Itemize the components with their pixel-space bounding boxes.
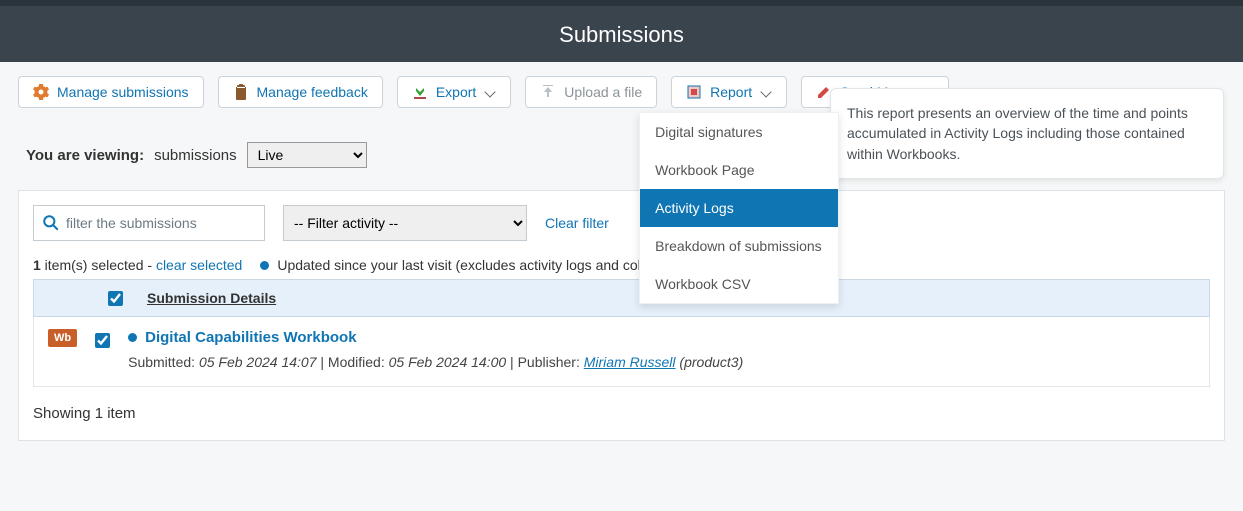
button-label: Manage feedback — [257, 84, 368, 100]
report-icon — [686, 84, 702, 100]
search-input[interactable] — [66, 215, 256, 231]
selected-count: 1 — [33, 257, 41, 273]
chevron-down-icon — [484, 86, 496, 98]
clipboard-icon — [233, 84, 249, 100]
select-all-checkbox[interactable] — [108, 291, 123, 306]
tooltip-text: This report presents an overview of the … — [847, 105, 1188, 162]
search-icon — [42, 214, 60, 232]
viewing-label: You are viewing: — [26, 147, 144, 164]
manage-submissions-button[interactable]: Manage submissions — [18, 76, 204, 108]
clear-selected-link[interactable]: clear selected — [156, 257, 242, 273]
download-icon — [412, 84, 428, 100]
submission-title-link[interactable]: Digital Capabilities Workbook — [145, 329, 356, 346]
upload-file-button: Upload a file — [525, 76, 657, 108]
button-label: Report — [710, 84, 752, 100]
clear-filter-link[interactable]: Clear filter — [545, 215, 609, 231]
button-label: Export — [436, 84, 476, 100]
filter-activity-select[interactable]: -- Filter activity -- — [283, 205, 527, 241]
export-button[interactable]: Export — [397, 76, 511, 108]
menu-item-workbook-page[interactable]: Workbook Page — [640, 151, 838, 189]
status-row: 1 item(s) selected - clear selected Upda… — [33, 257, 1210, 273]
updated-indicator-dot — [128, 333, 137, 342]
column-header-submission-details[interactable]: Submission Details — [147, 290, 276, 306]
report-button[interactable]: Report — [671, 76, 787, 108]
showing-count: Showing 1 item — [33, 405, 1210, 422]
table-row: Wb Digital Capabilities Workbook Submitt… — [33, 317, 1210, 387]
submitted-value: 05 Feb 2024 14:07 — [199, 354, 317, 370]
publisher-link[interactable]: Miriam Russell — [584, 354, 676, 370]
button-label: Manage submissions — [57, 84, 189, 100]
publisher-suffix: (product3) — [676, 354, 744, 370]
table-header: Submission Details — [33, 279, 1210, 317]
tooltip: This report presents an overview of the … — [830, 88, 1224, 179]
modified-value: 05 Feb 2024 14:00 — [389, 354, 507, 370]
gear-icon — [33, 84, 49, 100]
menu-item-breakdown[interactable]: Breakdown of submissions — [640, 227, 838, 265]
report-dropdown: Digital signatures Workbook Page Activit… — [639, 112, 839, 304]
modified-label: Modified: — [328, 354, 389, 370]
row-checkbox[interactable] — [95, 333, 110, 348]
updated-legend: Updated since your last visit (excludes … — [277, 257, 693, 273]
manage-feedback-button[interactable]: Manage feedback — [218, 76, 383, 108]
viewing-noun: submissions — [154, 147, 237, 164]
viewing-select[interactable]: Live — [247, 142, 367, 168]
selected-suffix: item(s) selected - — [41, 257, 156, 273]
main-panel: -- Filter activity -- Clear filter 1 ite… — [18, 190, 1225, 441]
menu-item-workbook-csv[interactable]: Workbook CSV — [640, 265, 838, 303]
chevron-down-icon — [760, 86, 772, 98]
submitted-label: Submitted: — [128, 354, 199, 370]
menu-item-activity-logs[interactable]: Activity Logs — [640, 189, 838, 227]
header-bar: Submissions — [0, 0, 1243, 62]
submission-meta: Submitted: 05 Feb 2024 14:07 | Modified:… — [128, 354, 1195, 370]
menu-item-digital-signatures[interactable]: Digital signatures — [640, 113, 838, 151]
updated-indicator-dot — [260, 261, 269, 270]
publisher-label: Publisher: — [518, 354, 584, 370]
upload-icon — [540, 84, 556, 100]
search-box[interactable] — [33, 205, 265, 241]
button-label: Upload a file — [564, 84, 642, 100]
page-title: Submissions — [559, 22, 684, 47]
workbook-badge: Wb — [48, 329, 77, 347]
